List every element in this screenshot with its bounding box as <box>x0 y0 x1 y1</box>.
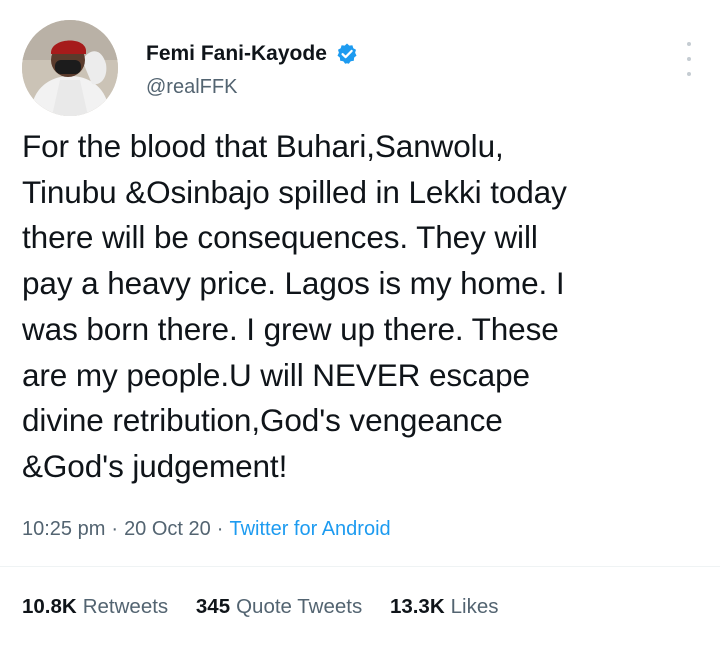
quote-tweets-label: Quote Tweets <box>236 595 363 618</box>
likes-stat[interactable]: 13.3K Likes <box>390 592 499 622</box>
divider <box>0 566 720 567</box>
tweet-stats: 10.8K Retweets 345 Quote Tweets 13.3K Likes <box>22 592 521 622</box>
author-block: Femi Fani-Kayode @realFFK <box>146 40 359 99</box>
tweet-header: Femi Fani-Kayode @realFFK <box>22 18 698 118</box>
retweets-label: Retweets <box>82 595 169 618</box>
retweets-stat[interactable]: 10.8K Retweets <box>22 592 168 622</box>
more-options-icon[interactable] <box>684 42 694 76</box>
tweet-source[interactable]: Twitter for Android <box>229 518 390 540</box>
tweet-date[interactable]: 20 Oct 20 <box>124 518 211 540</box>
quote-tweets-count: 345 <box>195 595 231 618</box>
avatar-image <box>22 20 118 116</box>
verified-badge-icon <box>335 42 359 66</box>
quote-tweets-stat[interactable]: 345 Quote Tweets <box>196 592 362 622</box>
retweets-count: 10.8K <box>22 595 77 618</box>
meta-separator: · <box>111 518 119 540</box>
avatar[interactable] <box>22 20 118 116</box>
tweet-time[interactable]: 10:25 pm <box>22 518 105 540</box>
tweet-text: For the blood that Buhari,Sanwolu, Tinub… <box>22 128 567 484</box>
tweet-card: Femi Fani-Kayode @realFFK For the blood … <box>0 0 720 654</box>
display-name[interactable]: Femi Fani-Kayode <box>146 41 327 67</box>
meta-separator: · <box>216 518 224 540</box>
likes-count: 13.3K <box>389 595 445 618</box>
tweet-meta: 10:25 pm · 20 Oct 20 · Twitter for Android <box>22 514 391 544</box>
display-name-row: Femi Fani-Kayode <box>146 40 359 68</box>
handle[interactable]: @realFFK <box>146 75 359 99</box>
likes-label: Likes <box>450 595 499 618</box>
